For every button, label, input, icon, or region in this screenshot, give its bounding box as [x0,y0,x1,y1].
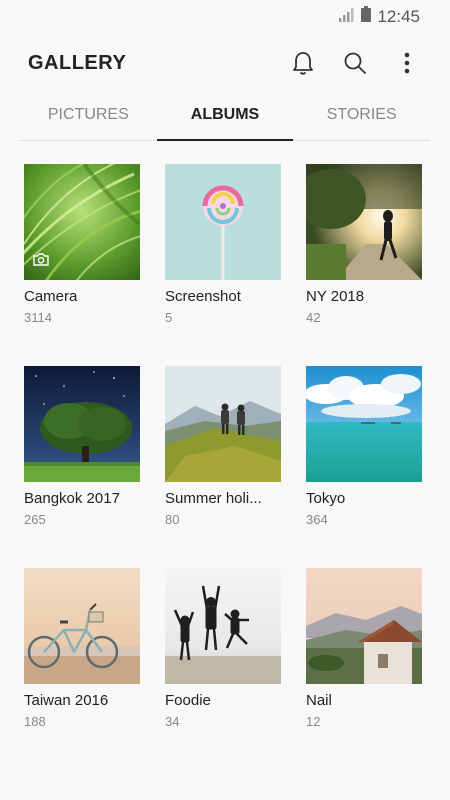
album-count: 5 [165,310,173,325]
tab-stories[interactable]: STORIES [293,100,430,140]
album-thumbnail [24,568,140,684]
album-count: 42 [306,310,321,325]
app-bar: GALLERY [0,32,450,100]
album-count: 3114 [24,310,52,325]
search-icon[interactable] [342,50,368,76]
album-thumbnail [306,164,422,280]
album-name: Tokyo [306,490,346,507]
more-vert-icon[interactable] [394,50,420,76]
album-name: Taiwan 2016 [24,692,109,709]
status-time: 12:45 [377,6,420,26]
album-item-ny-2018[interactable]: NY 2018 42 [306,164,422,366]
album-thumbnail [24,164,140,280]
album-item-tokyo[interactable]: Tokyo 364 [306,366,422,568]
album-count: 265 [24,512,46,527]
tab-pictures[interactable]: PICTURES [20,100,157,140]
album-grid: Camera 3114 Screenshot 5 NY 2018 42 Bang… [24,164,426,770]
page-title: GALLERY [28,52,127,74]
album-count: 364 [306,512,328,527]
album-item-bangkok-2017[interactable]: Bangkok 2017 265 [24,366,140,568]
album-count: 34 [165,714,180,729]
album-item-camera[interactable]: Camera 3114 [24,164,140,366]
status-indicators: 12:45 [339,6,420,27]
album-count: 188 [24,714,46,729]
album-item-nail[interactable]: Nail 12 [306,568,422,770]
album-name: Nail [306,692,332,709]
album-thumbnail [165,164,281,280]
album-item-taiwan-2016[interactable]: Taiwan 2016 188 [24,568,140,770]
album-item-foodie[interactable]: Foodie 34 [165,568,281,770]
album-item-summer-holiday[interactable]: Summer holi... 80 [165,366,281,568]
album-thumbnail [24,366,140,482]
camera-icon [33,253,49,271]
album-name: NY 2018 [306,288,365,305]
album-name: Bangkok 2017 [24,490,120,507]
album-name: Camera [24,288,78,305]
signal-icon [339,7,355,27]
bell-icon[interactable] [290,50,316,76]
album-count: 80 [165,512,180,527]
album-thumbnail [306,366,422,482]
tab-bar: PICTURES ALBUMS STORIES [20,100,430,141]
album-thumbnail [165,568,281,684]
album-name: Foodie [165,692,211,709]
battery-icon [361,6,372,27]
album-count: 12 [306,714,321,729]
status-bar: 12:45 [0,0,450,32]
album-thumbnail [306,568,422,684]
album-item-screenshot[interactable]: Screenshot 5 [165,164,281,366]
album-name: Summer holi... [165,490,262,507]
tab-albums[interactable]: ALBUMS [156,100,294,141]
album-name: Screenshot [165,288,241,305]
album-thumbnail [165,366,281,482]
